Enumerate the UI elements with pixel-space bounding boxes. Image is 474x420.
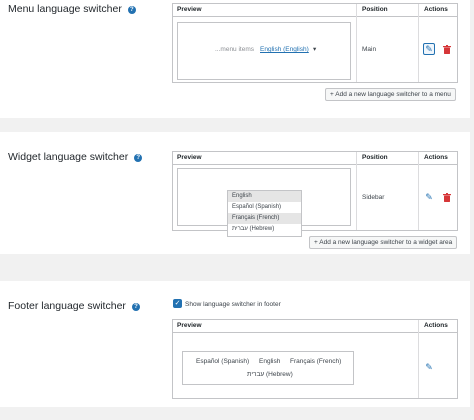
footer-lang-french[interactable]: Français (French) bbox=[290, 358, 341, 365]
pencil-icon[interactable]: ✎ bbox=[424, 362, 434, 372]
footer-lang-spanish[interactable]: Español (Spanish) bbox=[196, 358, 249, 365]
menu-header-position: Position bbox=[362, 6, 388, 13]
pencil-icon[interactable]: ✎ bbox=[424, 192, 434, 202]
menu-preview-caret: ▾ bbox=[313, 46, 317, 53]
widget-section-title-text: Widget language switcher bbox=[8, 151, 129, 163]
widget-switcher-table: Preview Position Actions Sidebar ✎ bbox=[172, 151, 458, 231]
trash-icon[interactable] bbox=[443, 45, 451, 54]
menu-section-title-text: Menu language switcher bbox=[8, 3, 122, 15]
dropdown-option[interactable]: Español (Spanish) bbox=[228, 202, 301, 213]
menu-switcher-table: Preview Position Actions ...menu items E… bbox=[172, 3, 458, 83]
widget-col-divider bbox=[356, 152, 357, 230]
footer-table-header: Preview Actions bbox=[173, 320, 457, 333]
dropdown-option[interactable]: עברית (Hebrew) bbox=[228, 224, 301, 235]
menu-preview-language-link[interactable]: English (English) bbox=[260, 46, 309, 53]
widget-table-header: Preview Position Actions bbox=[173, 152, 457, 165]
menu-position-value: Main bbox=[362, 46, 377, 53]
question-circle-icon[interactable]: ? bbox=[134, 154, 143, 162]
footer-col-divider bbox=[418, 320, 419, 398]
footer-checkbox[interactable]: ✓ bbox=[173, 299, 182, 308]
menu-header-preview: Preview bbox=[177, 6, 202, 13]
menu-table-header: Preview Position Actions bbox=[173, 4, 457, 17]
widget-language-dropdown[interactable]: English Español (Spanish) Français (Fren… bbox=[227, 190, 302, 237]
footer-section-title: Footer language switcher? bbox=[8, 300, 140, 312]
widget-header-preview: Preview bbox=[177, 154, 202, 161]
menu-col-divider bbox=[356, 4, 357, 82]
footer-section-title-text: Footer language switcher bbox=[8, 300, 126, 312]
add-widget-switcher-button[interactable]: + Add a new language switcher to a widge… bbox=[309, 236, 458, 249]
footer-preview-box: Español (Spanish) English Français (Fren… bbox=[182, 351, 354, 385]
widget-header-position: Position bbox=[362, 154, 388, 161]
widget-col-divider bbox=[418, 152, 419, 230]
menu-preview-items: ...menu items bbox=[215, 46, 255, 53]
pencil-icon[interactable]: ✎ bbox=[423, 43, 435, 55]
dropdown-option-selected[interactable]: English bbox=[228, 191, 301, 202]
widget-section-title: Widget language switcher? bbox=[8, 151, 143, 163]
question-circle-icon[interactable]: ? bbox=[131, 303, 140, 311]
checkmark-icon: ✓ bbox=[174, 300, 181, 307]
question-circle-icon[interactable]: ? bbox=[127, 6, 136, 14]
widget-switcher-section: Widget language switcher? Preview Positi… bbox=[0, 132, 470, 254]
trash-icon[interactable] bbox=[443, 193, 451, 202]
menu-switcher-section: Menu language switcher? Preview Position… bbox=[0, 0, 470, 118]
dropdown-option[interactable]: Français (French) bbox=[228, 213, 301, 224]
footer-lang-english[interactable]: English bbox=[259, 358, 280, 365]
widget-header-actions: Actions bbox=[424, 154, 448, 161]
add-menu-switcher-button[interactable]: + Add a new language switcher to a menu bbox=[325, 88, 456, 101]
menu-preview-box: ...menu items English (English) ▾ bbox=[177, 22, 351, 80]
menu-section-title: Menu language switcher? bbox=[8, 3, 136, 15]
footer-header-actions: Actions bbox=[424, 322, 448, 329]
footer-switcher-table: Preview Actions Español (Spanish) Englis… bbox=[172, 319, 458, 399]
footer-lang-hebrew[interactable]: עברית (Hebrew) bbox=[247, 371, 293, 378]
footer-switcher-section: Footer language switcher? ✓ Show languag… bbox=[0, 281, 470, 407]
footer-checkbox-label[interactable]: Show language switcher in footer bbox=[185, 301, 281, 308]
footer-header-preview: Preview bbox=[177, 322, 202, 329]
menu-col-divider bbox=[418, 4, 419, 82]
menu-header-actions: Actions bbox=[424, 6, 448, 13]
widget-position-value: Sidebar bbox=[362, 194, 385, 201]
